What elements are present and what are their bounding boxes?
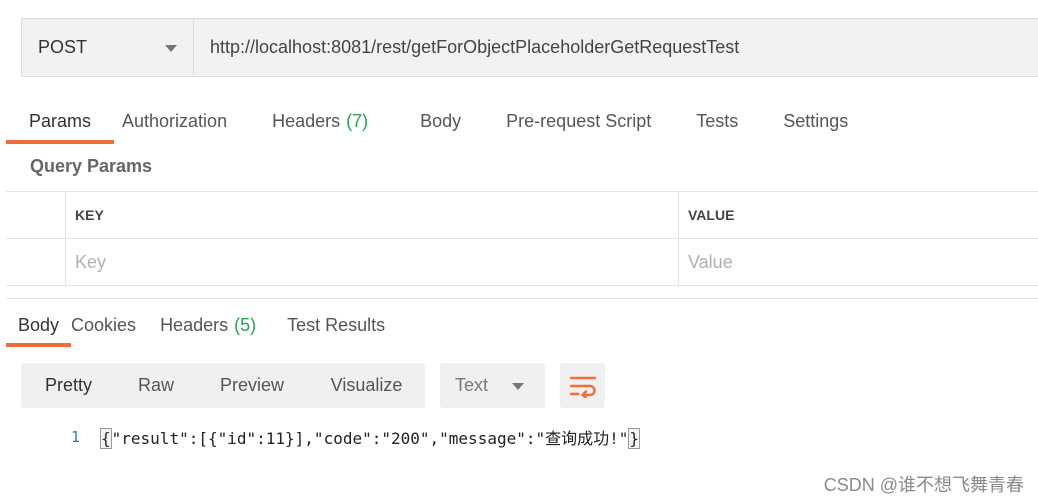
view-preview-button[interactable]: Preview (196, 363, 308, 408)
view-raw-button[interactable]: Raw (116, 363, 196, 408)
tab-body[interactable]: Body (420, 100, 461, 142)
tab-tests[interactable]: Tests (696, 100, 738, 142)
view-pretty-button[interactable]: Pretty (21, 363, 116, 408)
response-tabs: Body Cookies Headers (5) Test Results (6, 305, 385, 347)
tab-label: Body (420, 110, 462, 131)
table-header-row: KEY VALUE (6, 192, 1038, 239)
key-column-header: KEY (66, 192, 679, 238)
params-table: KEY VALUE Key Value (6, 191, 1038, 286)
tab-authorization[interactable]: Authorization (122, 100, 227, 142)
value-column-header: VALUE (688, 207, 735, 223)
tab-count: (5) (234, 314, 257, 335)
chevron-down-icon (165, 45, 177, 52)
key-input[interactable]: Key (66, 239, 679, 285)
tab-count: (7) (346, 110, 369, 131)
section-divider (6, 298, 1038, 299)
chevron-down-icon (512, 383, 524, 390)
tab-pre-request-script[interactable]: Pre-request Script (506, 100, 651, 142)
code-line: 1 {"result":[{"id":11}],"code":"200","me… (60, 424, 641, 450)
tab-params[interactable]: Params (6, 100, 115, 144)
format-label: Text (455, 375, 489, 395)
open-brace: { (100, 428, 112, 449)
tab-label: Pre-request Script (506, 110, 652, 131)
response-tab-cookies[interactable]: Cookies (71, 305, 136, 345)
view-visualize-button[interactable]: Visualize (308, 363, 425, 408)
watermark: CSDN @谁不想飞舞青春 (823, 475, 1024, 495)
tab-label: Tests (696, 110, 739, 131)
tab-label: Settings (783, 110, 849, 131)
view-mode-group: Pretty Raw Preview Visualize (21, 363, 425, 408)
close-brace: } (628, 428, 641, 449)
wrap-lines-button[interactable] (560, 363, 605, 408)
checkbox-column-header (6, 192, 66, 238)
response-tab-test-results[interactable]: Test Results (287, 305, 385, 345)
response-tab-body[interactable]: Body (6, 305, 72, 347)
tab-headers[interactable]: Headers (7) (272, 100, 368, 142)
table-row: Key Value (6, 239, 1038, 286)
tab-label: Params (29, 110, 92, 131)
tab-label: Headers (160, 314, 229, 335)
url-text: http://localhost:8081/rest/getForObjectP… (210, 37, 740, 57)
tab-label: Authorization (122, 110, 228, 131)
method-label: POST (38, 37, 88, 57)
json-content: "result":[{"id":11}],"code":"200","messa… (111, 429, 629, 448)
tab-label: Body (18, 314, 60, 335)
tab-label: Headers (272, 110, 341, 131)
tab-label: Test Results (287, 314, 386, 335)
response-tab-headers[interactable]: Headers (5) (160, 305, 256, 345)
request-tabs: Params Authorization Headers (7) Body Pr… (6, 100, 848, 144)
method-select[interactable]: POST (22, 19, 194, 76)
format-select[interactable]: Text (440, 363, 545, 408)
tab-settings[interactable]: Settings (783, 100, 848, 142)
line-number: 1 (70, 428, 80, 446)
tab-label: Cookies (71, 314, 137, 335)
request-bar: POST http://localhost:8081/rest/getForOb… (21, 18, 1038, 77)
response-body-text[interactable]: {"result":[{"id":11}],"code":"200","mess… (100, 425, 641, 449)
url-input[interactable]: http://localhost:8081/rest/getForObjectP… (194, 19, 1038, 76)
value-input[interactable]: Value (679, 239, 1038, 285)
row-checkbox[interactable] (6, 239, 66, 285)
wrap-lines-icon (569, 376, 596, 398)
query-params-title: Query Params (30, 156, 153, 176)
